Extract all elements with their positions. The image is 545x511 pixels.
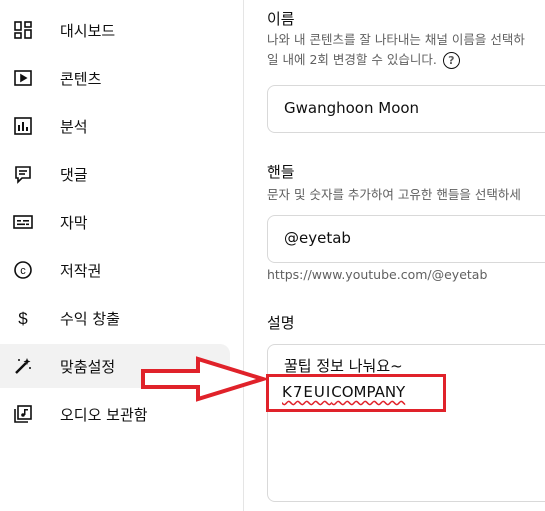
sidebar-item-label: 댓글 xyxy=(60,165,88,184)
sidebar-item-content[interactable]: 콘텐츠 xyxy=(0,56,230,100)
sidebar: 대시보드 콘텐츠 분석 댓글 자막 c 저작권 $ 수익 창출 맞춤설정 오디오… xyxy=(0,0,244,511)
content-icon xyxy=(12,67,34,89)
svg-text:c: c xyxy=(20,265,26,277)
description-line1: 꿀팁 정보 나눠요~ xyxy=(284,357,403,375)
audio-library-icon xyxy=(12,403,34,425)
name-section-desc-line1: 나와 내 콘텐츠를 잘 나타내는 채널 이름을 선택하 xyxy=(267,32,525,47)
company-logo-text: K7EUI xyxy=(282,383,332,401)
handle-section-desc: 문자 및 숫자를 추가하여 고유한 핸들을 선택하세 xyxy=(267,187,521,202)
copyright-icon: c xyxy=(12,259,34,281)
name-section-title: 이름 xyxy=(267,10,295,28)
channel-url: https://www.youtube.com/@eyetab xyxy=(267,267,488,282)
svg-text:$: $ xyxy=(18,309,28,328)
comments-icon xyxy=(12,163,34,185)
sidebar-item-analytics[interactable]: 분석 xyxy=(0,104,230,148)
handle-field[interactable]: @eyetab xyxy=(267,215,545,263)
name-section-desc-line2: 일 내에 2회 변경할 수 있습니다.? xyxy=(267,50,460,70)
description-field[interactable]: 꿀팁 정보 나눠요~ xyxy=(267,344,545,502)
help-icon[interactable]: ? xyxy=(442,52,460,69)
sidebar-item-label: 콘텐츠 xyxy=(60,69,102,88)
dollar-icon: $ xyxy=(12,307,34,329)
sidebar-item-label: 대시보드 xyxy=(60,21,116,40)
sidebar-item-dashboard[interactable]: 대시보드 xyxy=(0,8,230,52)
sidebar-item-label: 오디오 보관함 xyxy=(60,405,148,424)
handle-value: @eyetab xyxy=(284,229,351,247)
sidebar-item-label: 수익 창출 xyxy=(60,309,120,328)
handle-section-title: 핸들 xyxy=(267,163,295,181)
magic-wand-icon xyxy=(12,355,34,377)
channel-name-field[interactable]: Gwanghoon Moon xyxy=(267,85,545,133)
channel-name-value: Gwanghoon Moon xyxy=(284,99,420,117)
company-text: COMPANY xyxy=(331,383,406,401)
main-panel: 이름 나와 내 콘텐츠를 잘 나타내는 채널 이름을 선택하 일 내에 2회 변… xyxy=(244,0,545,511)
sidebar-item-copyright[interactable]: c 저작권 xyxy=(0,248,230,292)
sidebar-item-label: 맞춤설정 xyxy=(60,357,116,376)
sidebar-item-subtitles[interactable]: 자막 xyxy=(0,200,230,244)
dashboard-icon xyxy=(12,19,34,41)
sidebar-item-label: 분석 xyxy=(60,117,88,136)
sidebar-item-monetization[interactable]: $ 수익 창출 xyxy=(0,296,230,340)
name-section-desc-text: 일 내에 2회 변경할 수 있습니다. xyxy=(267,52,437,67)
red-arrow-annotation xyxy=(141,356,268,402)
sidebar-item-comments[interactable]: 댓글 xyxy=(0,152,230,196)
sidebar-item-label: 자막 xyxy=(60,213,88,232)
analytics-icon xyxy=(12,115,34,137)
subtitles-icon xyxy=(12,211,34,233)
description-section-title: 설명 xyxy=(267,314,295,332)
sidebar-item-label: 저작권 xyxy=(60,261,102,280)
description-line2: K7EUICOMPANY xyxy=(282,383,405,401)
